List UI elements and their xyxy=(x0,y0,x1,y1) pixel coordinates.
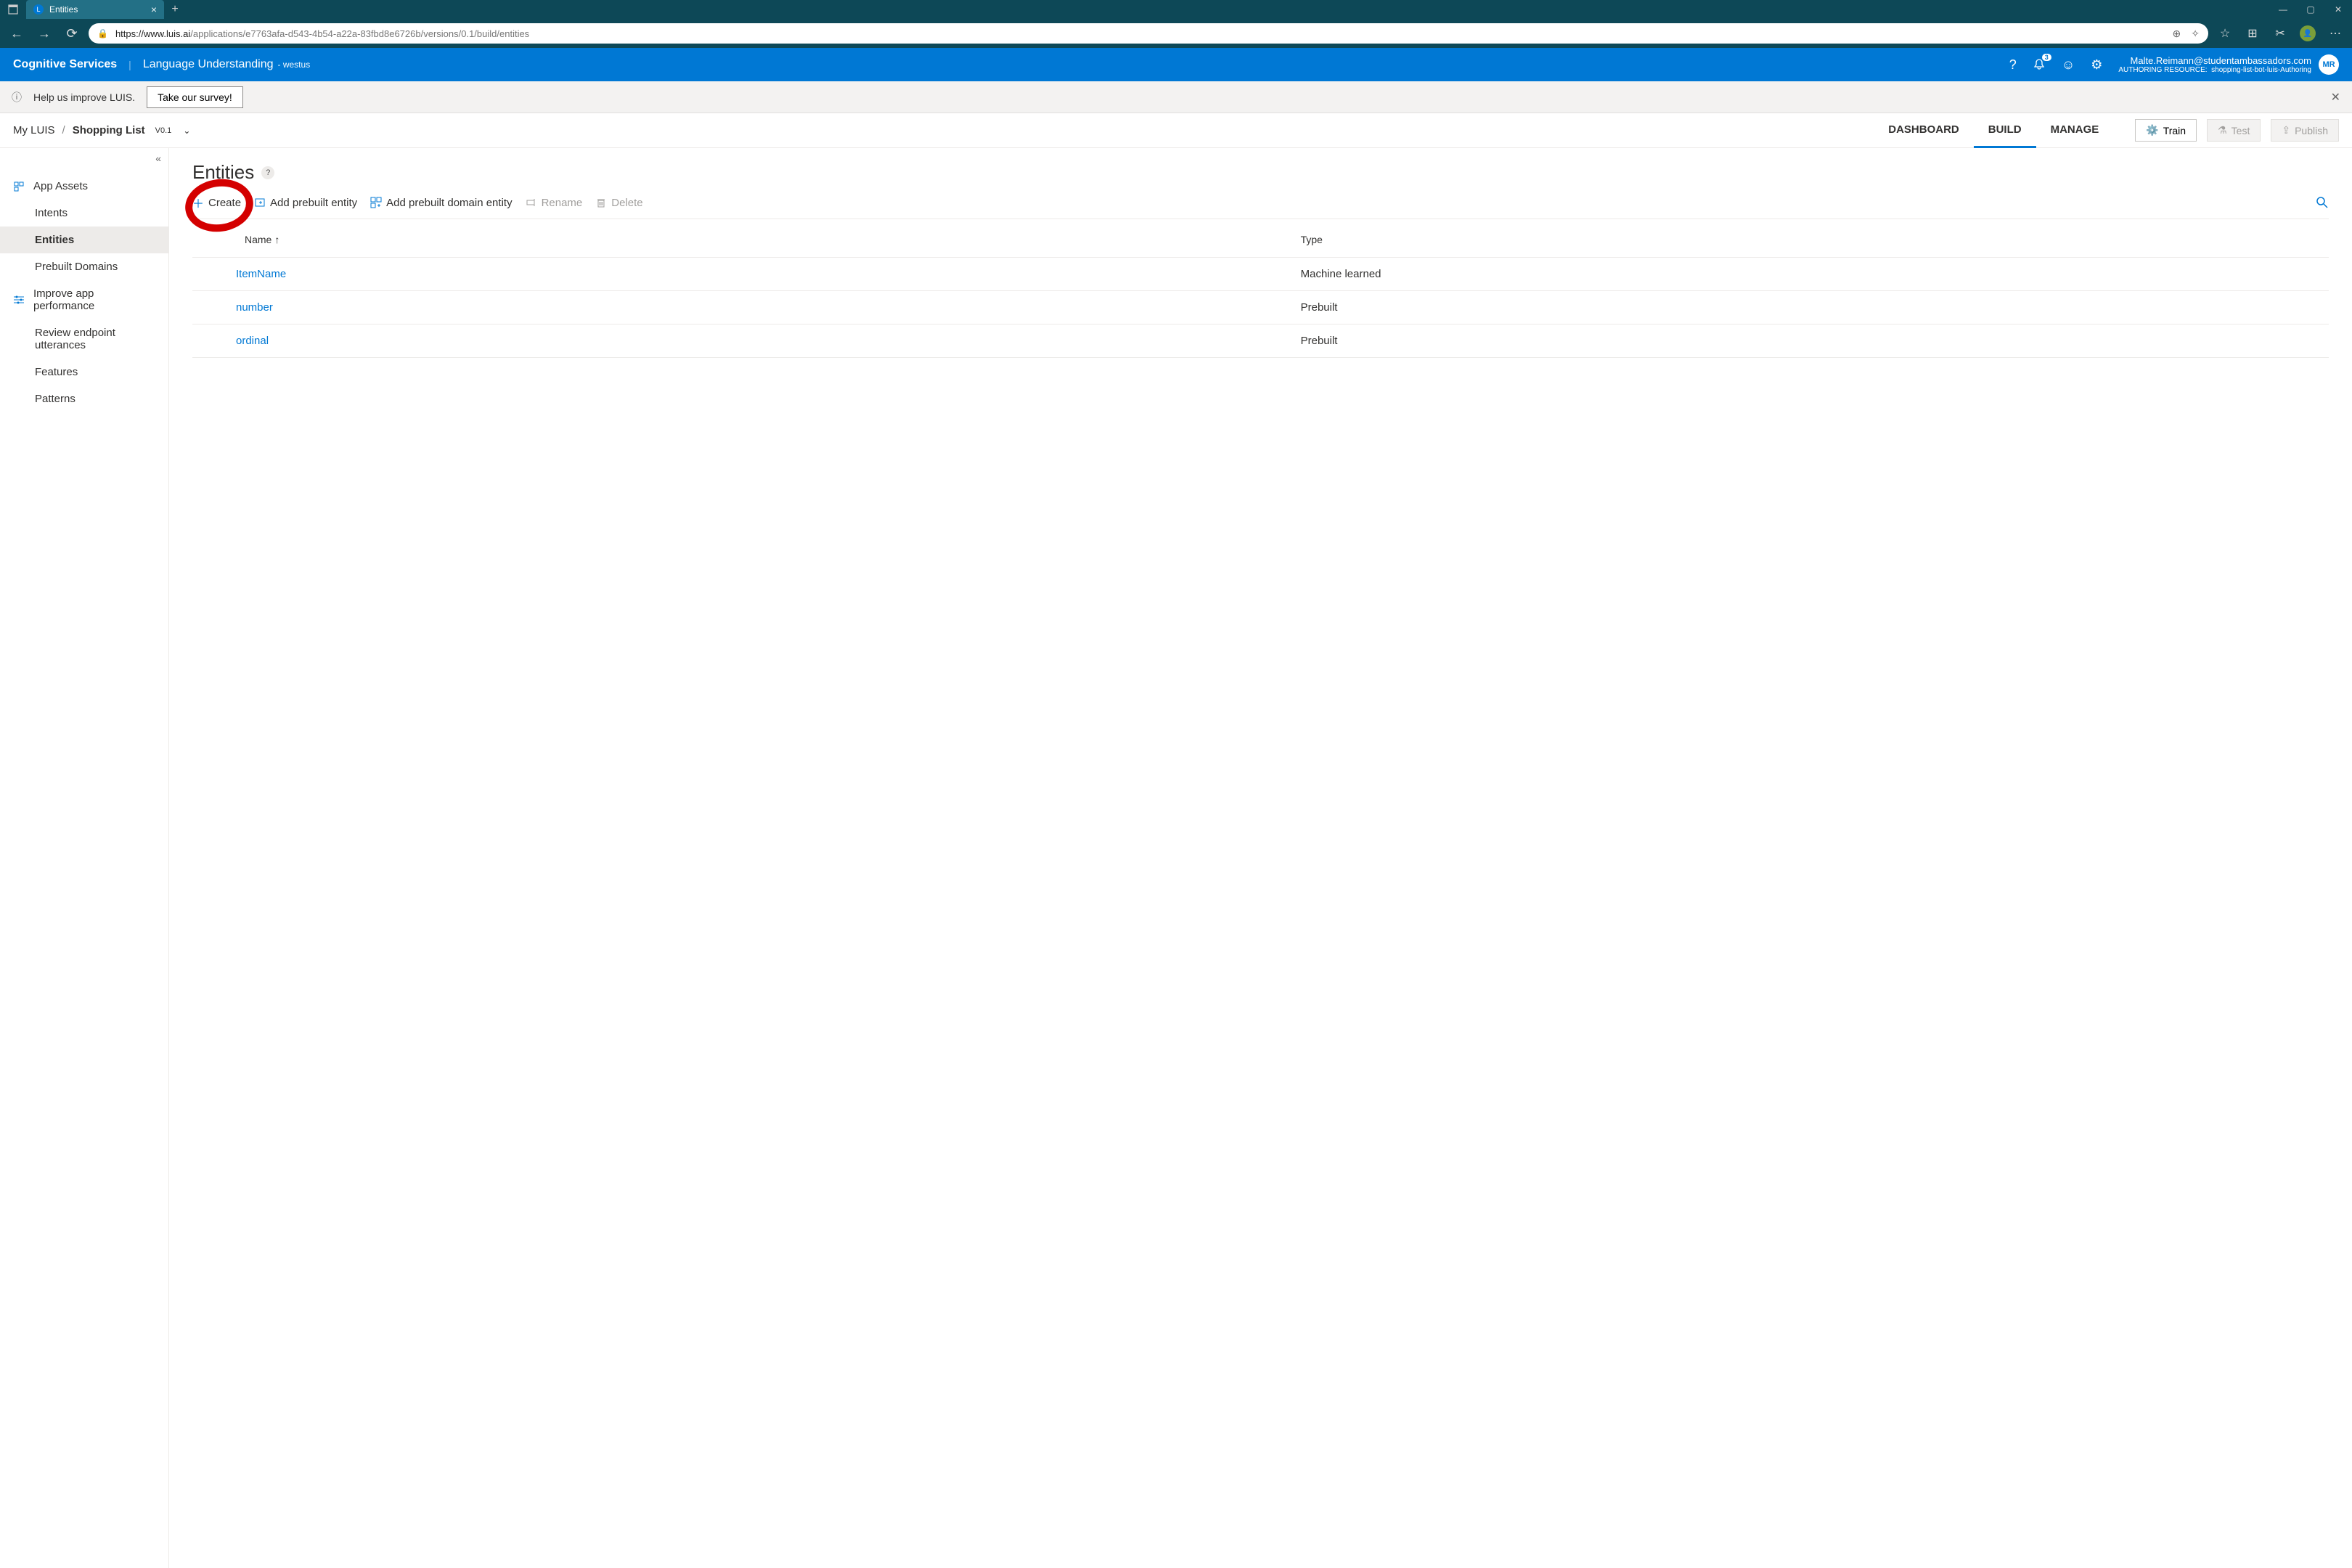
brand-label[interactable]: Cognitive Services xyxy=(13,58,117,71)
browser-tab-active[interactable]: L Entities × xyxy=(26,0,164,19)
entity-type: Prebuilt xyxy=(1294,291,2329,324)
take-survey-button[interactable]: Take our survey! xyxy=(147,86,243,108)
add-prebuilt-entity-button[interactable]: Add prebuilt entity xyxy=(254,197,357,209)
search-icon[interactable] xyxy=(2316,196,2329,209)
sidebar-section-app-assets[interactable]: App Assets xyxy=(0,173,168,200)
sidebar-item-intents[interactable]: Intents xyxy=(0,200,168,226)
app-assets-icon xyxy=(13,181,25,192)
address-bar[interactable]: 🔒 https://www.luis.ai/applications/e7763… xyxy=(89,23,2208,44)
more-icon[interactable]: ⋯ xyxy=(2324,23,2346,44)
breadcrumb-nav-row: My LUIS / Shopping List V0.1 ⌄ DASHBOARD… xyxy=(0,113,2352,148)
trash-icon xyxy=(595,197,607,208)
page-help-icon[interactable]: ? xyxy=(261,166,274,179)
window-close-button[interactable]: ✕ xyxy=(2324,0,2352,19)
create-button[interactable]: ＋ Create xyxy=(192,194,241,211)
sidebar-item-entities[interactable]: Entities xyxy=(0,226,168,253)
entities-table: Name↑ Type ItemName Machine learned numb… xyxy=(192,222,2329,358)
gear-icon: ⚙️ xyxy=(2146,124,2158,136)
col-header-name[interactable]: Name↑ xyxy=(192,222,1294,258)
entity-type: Machine learned xyxy=(1294,258,2329,291)
table-row[interactable]: number Prebuilt xyxy=(192,291,2329,324)
tracking-icon[interactable]: ✧ xyxy=(2191,28,2200,40)
rename-button[interactable]: Rename xyxy=(526,197,583,209)
tab-dashboard[interactable]: DASHBOARD xyxy=(1874,113,1974,148)
breadcrumb-app[interactable]: Shopping List xyxy=(73,124,145,136)
lock-icon: 🔒 xyxy=(97,28,108,38)
publish-icon: ⇪ xyxy=(2282,124,2290,136)
sliders-icon xyxy=(13,294,25,306)
main-content: Entities ? ＋ Create Add prebuilt entity … xyxy=(169,148,2352,1568)
user-avatar: MR xyxy=(2319,54,2339,75)
tab-build[interactable]: BUILD xyxy=(1974,113,2036,148)
rename-icon xyxy=(526,197,537,208)
help-icon[interactable]: ? xyxy=(2009,57,2017,73)
chevron-down-icon[interactable]: ⌄ xyxy=(183,126,190,136)
profile-avatar[interactable]: 👤 xyxy=(2297,23,2319,44)
flask-icon: ⚗ xyxy=(2218,124,2227,136)
breadcrumb-version: V0.1 xyxy=(155,126,172,135)
reload-button[interactable]: ⟳ xyxy=(61,23,83,44)
col-header-type[interactable]: Type xyxy=(1294,222,2329,258)
browser-toolbar: ← → ⟳ 🔒 https://www.luis.ai/applications… xyxy=(0,19,2352,48)
breadcrumb: My LUIS / Shopping List V0.1 ⌄ xyxy=(13,124,190,136)
publish-button[interactable]: ⇪ Publish xyxy=(2271,119,2339,142)
plus-icon: ＋ xyxy=(192,194,204,211)
sort-asc-icon: ↑ xyxy=(274,234,279,245)
window-maximize-button[interactable]: ▢ xyxy=(2297,0,2324,19)
new-tab-button[interactable]: + xyxy=(164,0,186,19)
sidebar-item-review-utterances[interactable]: Review endpoint utterances xyxy=(0,319,168,359)
settings-icon[interactable]: ⚙ xyxy=(2091,57,2102,73)
collections-icon[interactable]: ⊞ xyxy=(2242,23,2263,44)
sidebar-item-prebuilt-domains[interactable]: Prebuilt Domains xyxy=(0,253,168,280)
entity-type: Prebuilt xyxy=(1294,324,2329,358)
feedback-icon[interactable]: ☺ xyxy=(2062,57,2075,73)
entity-name-link[interactable]: number xyxy=(192,291,1294,324)
window-minimize-button[interactable]: — xyxy=(2269,0,2297,19)
user-email: Malte.Reimann@studentambassadors.com xyxy=(2118,55,2311,66)
breadcrumb-root[interactable]: My LUIS xyxy=(13,124,55,136)
zoom-icon[interactable]: ⊕ xyxy=(2173,28,2181,40)
info-icon: ⓘ xyxy=(12,90,22,105)
entity-name-link[interactable]: ordinal xyxy=(192,324,1294,358)
add-prebuilt-icon xyxy=(254,197,266,208)
extension-icon[interactable]: ✂ xyxy=(2269,23,2291,44)
app-header: Cognitive Services | Language Understand… xyxy=(0,48,2352,81)
product-label[interactable]: Language Understanding xyxy=(143,58,274,71)
tab-strip-icon[interactable] xyxy=(0,0,26,19)
command-bar: ＋ Create Add prebuilt entity Add prebuil… xyxy=(192,194,2329,219)
collapse-sidebar-icon[interactable]: « xyxy=(155,152,161,164)
forward-button[interactable]: → xyxy=(33,23,55,44)
window-titlebar: L Entities × + — ▢ ✕ xyxy=(0,0,2352,19)
table-row[interactable]: ItemName Machine learned xyxy=(192,258,2329,291)
tab-favicon: L xyxy=(33,4,44,15)
notifications-icon[interactable]: 3 xyxy=(2033,58,2046,71)
entity-name-link[interactable]: ItemName xyxy=(192,258,1294,291)
notification-badge: 3 xyxy=(2042,54,2051,61)
back-button[interactable]: ← xyxy=(6,23,28,44)
tab-manage[interactable]: MANAGE xyxy=(2036,113,2114,148)
add-prebuilt-domain-entity-button[interactable]: Add prebuilt domain entity xyxy=(370,197,512,209)
sidebar: « App Assets Intents Entities Prebuilt D… xyxy=(0,148,169,1568)
survey-bar: ⓘ Help us improve LUIS. Take our survey!… xyxy=(0,81,2352,113)
table-row[interactable]: ordinal Prebuilt xyxy=(192,324,2329,358)
user-block[interactable]: Malte.Reimann@studentambassadors.com AUT… xyxy=(2118,54,2339,75)
sidebar-item-features[interactable]: Features xyxy=(0,359,168,385)
page-title: Entities xyxy=(192,161,254,184)
add-domain-icon xyxy=(370,197,382,208)
survey-text: Help us improve LUIS. xyxy=(33,91,135,103)
tab-title: Entities xyxy=(49,4,145,15)
train-button[interactable]: ⚙️ Train xyxy=(2135,119,2197,142)
region-label: - westus xyxy=(278,60,311,70)
favorites-icon[interactable]: ☆ xyxy=(2214,23,2236,44)
url-text: https://www.luis.ai/applications/e7763af… xyxy=(115,28,529,39)
survey-close-icon[interactable]: ✕ xyxy=(2331,90,2340,105)
sidebar-section-improve[interactable]: Improve app performance xyxy=(0,280,168,319)
test-button[interactable]: ⚗ Test xyxy=(2207,119,2261,142)
delete-button[interactable]: Delete xyxy=(595,197,642,209)
tab-close-icon[interactable]: × xyxy=(151,4,157,15)
sidebar-item-patterns[interactable]: Patterns xyxy=(0,385,168,412)
